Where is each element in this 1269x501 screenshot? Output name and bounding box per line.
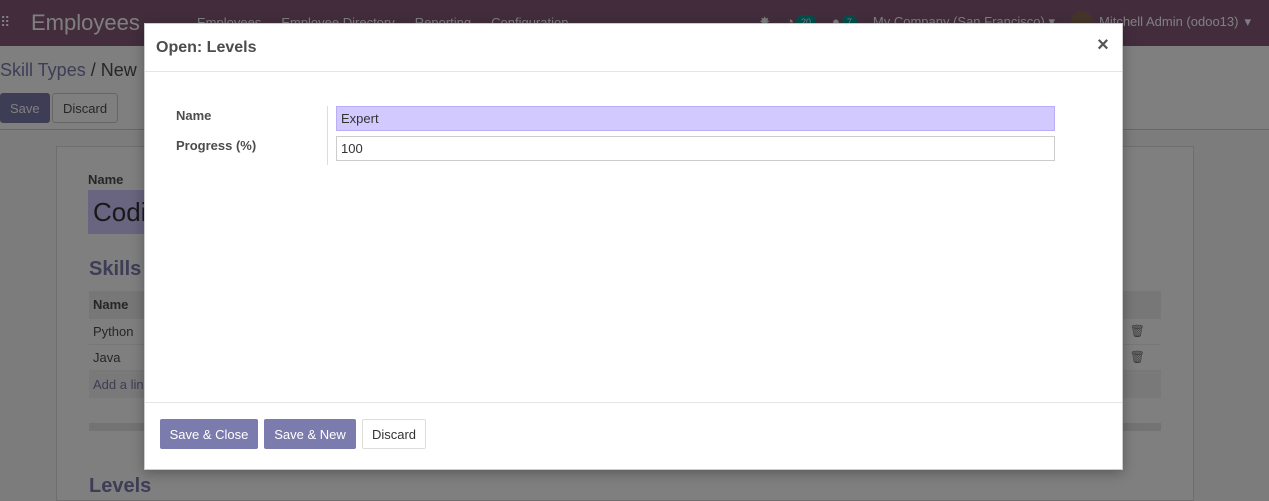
close-icon[interactable]: ×: [1096, 34, 1110, 56]
progress-label: Progress (%): [176, 138, 257, 153]
level-name-input[interactable]: [336, 106, 1055, 131]
dialog-body: Name Progress (%): [145, 72, 1122, 402]
progress-input[interactable]: [336, 136, 1055, 161]
dialog-footer: Save & Close Save & New Discard: [145, 402, 1122, 471]
dialog-header: Open: Levels ×: [145, 24, 1122, 72]
field-separator: [327, 106, 328, 165]
save-close-button[interactable]: Save & Close: [160, 419, 258, 449]
levels-dialog: Open: Levels × Name Progress (%) Save & …: [144, 23, 1123, 470]
discard-dialog-button[interactable]: Discard: [362, 419, 426, 449]
dialog-title: Open: Levels: [156, 39, 257, 56]
level-name-label: Name: [176, 108, 212, 123]
save-new-button[interactable]: Save & New: [264, 419, 356, 449]
